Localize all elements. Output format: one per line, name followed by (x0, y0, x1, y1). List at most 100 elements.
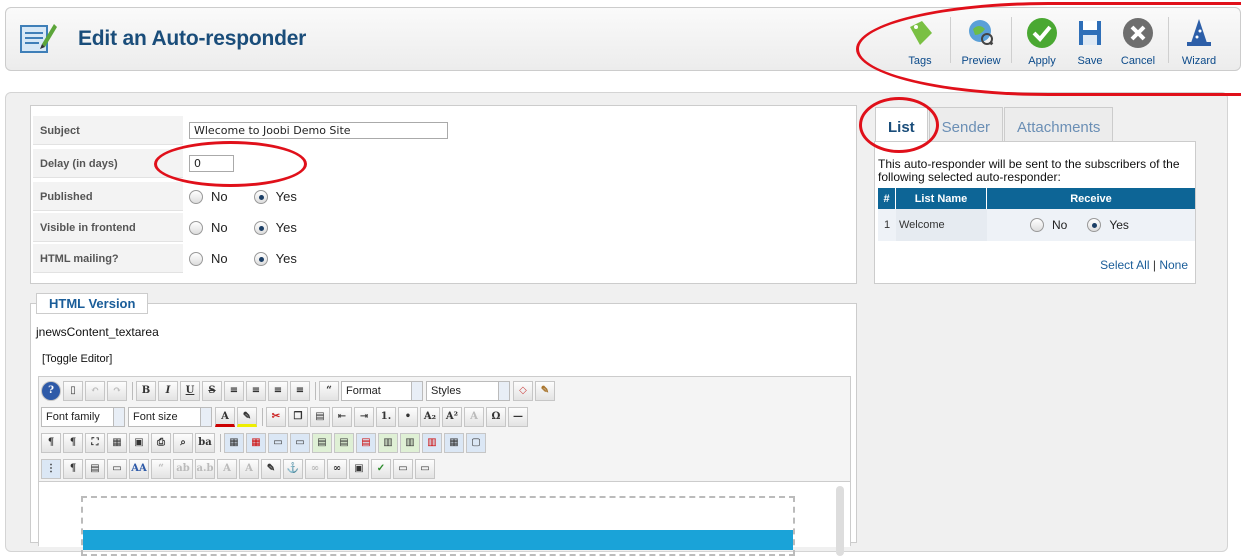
delay-annotation-ellipse (154, 141, 307, 187)
col-list-name-header: List Name (896, 188, 987, 209)
toggle-editor-link[interactable]: [Toggle Editor] (42, 353, 112, 365)
del-icon[interactable]: A (217, 459, 237, 479)
show-blocks-icon[interactable]: ¶ (63, 459, 83, 479)
unlink-icon[interactable]: ∞ (305, 459, 325, 479)
insert-col-before-icon[interactable]: ▥ (378, 433, 398, 453)
col-receive-header: Receive (1070, 192, 1112, 205)
strikethrough-icon[interactable]: S (202, 381, 222, 401)
html-yes-radio[interactable] (253, 251, 268, 266)
align-right-icon[interactable]: ≡ (268, 381, 288, 401)
blockquote-icon[interactable]: “ (319, 381, 339, 401)
align-left-icon[interactable]: ≡ (224, 381, 244, 401)
tab-sender[interactable]: Sender (928, 107, 1004, 141)
fullscreen-icon[interactable]: ⛶ (85, 433, 105, 453)
tab-attachments[interactable]: Attachments (1004, 107, 1114, 141)
new-document-icon[interactable]: ▯ (63, 381, 83, 401)
delete-table-icon[interactable]: ▦ (246, 433, 266, 453)
cut-icon[interactable]: ✂ (266, 407, 286, 427)
html-mailing-row: HTML mailing? No Yes (33, 244, 853, 275)
unordered-list-icon[interactable]: • (398, 407, 418, 427)
select-none-link[interactable]: None (1159, 258, 1188, 272)
receive-no-label: No (1052, 218, 1068, 232)
published-row: Published No Yes (33, 182, 853, 213)
ordered-list-icon[interactable]: 1. (376, 407, 396, 427)
styles-select[interactable]: Styles (426, 381, 510, 401)
redo-icon[interactable]: ↷ (107, 381, 127, 401)
row-props-icon[interactable]: ▭ (268, 433, 288, 453)
insert-row-after-icon[interactable]: ▤ (334, 433, 354, 453)
find-icon[interactable]: ⌕ (173, 433, 193, 453)
split-cells-icon[interactable]: ▦ (444, 433, 464, 453)
visible-yes-radio[interactable] (253, 220, 268, 235)
font-size-select[interactable]: Font size (128, 407, 212, 427)
insert-row-before-icon[interactable]: ▤ (312, 433, 332, 453)
undo-icon[interactable]: ↶ (85, 381, 105, 401)
align-center-icon[interactable]: ≡ (246, 381, 266, 401)
link-separator: | (1152, 258, 1156, 272)
receive-yes-label: Yes (1109, 218, 1129, 232)
underline-icon[interactable]: U (180, 381, 200, 401)
outdent-icon[interactable]: ⇤ (332, 407, 352, 427)
editor-content-area[interactable] (39, 481, 850, 556)
pagebreak-icon[interactable]: ▭ (393, 459, 413, 479)
image-icon[interactable]: ▣ (349, 459, 369, 479)
bold-icon[interactable]: B (136, 381, 156, 401)
receive-yes-radio[interactable] (1087, 218, 1102, 232)
visible-no-radio[interactable] (189, 220, 203, 235)
select-all-link[interactable]: Select All (1100, 258, 1149, 272)
eraser-icon[interactable]: ◇ (513, 381, 533, 401)
print-icon[interactable]: ⎙ (151, 433, 171, 453)
spellcheck-icon[interactable]: ✓ (371, 459, 391, 479)
abbreviation-icon[interactable]: a.b (195, 459, 215, 479)
font-family-select[interactable]: Font family (41, 407, 125, 427)
merge-cells-icon[interactable]: ▢ (466, 433, 486, 453)
abbr-icon[interactable]: ▭ (107, 459, 127, 479)
subscript-icon[interactable]: A₂ (420, 407, 440, 427)
cell-props-icon[interactable]: ▭ (290, 433, 310, 453)
replace-icon[interactable]: ba (195, 433, 215, 453)
published-yes-radio[interactable] (253, 189, 268, 204)
acronym-icon[interactable]: ab (173, 459, 193, 479)
html-version-legend: HTML Version (36, 293, 149, 314)
paste-icon[interactable]: ▤ (310, 407, 330, 427)
insert-col-after-icon[interactable]: ▥ (400, 433, 420, 453)
layer-icon[interactable]: ▭ (415, 459, 435, 479)
anchor-icon[interactable]: ⚓ (283, 459, 303, 479)
justify-icon[interactable]: ≡ (290, 381, 310, 401)
row-receive-options: No Yes (987, 209, 1195, 241)
visual-aid-icon[interactable]: ⋮ (41, 459, 61, 479)
attribs-icon[interactable]: ✎ (261, 459, 281, 479)
indent-icon[interactable]: ⇥ (354, 407, 374, 427)
format-select[interactable]: Format (341, 381, 423, 401)
list-table-header: # List Name Receive (878, 188, 1195, 209)
italic-icon[interactable]: I (158, 381, 178, 401)
html-no-radio[interactable] (189, 251, 203, 266)
media-icon[interactable]: ▣ (129, 433, 149, 453)
text-color-icon[interactable]: A (215, 407, 235, 427)
cleanup-broom-icon[interactable]: ✎ (535, 381, 555, 401)
rtl-icon[interactable]: ¶ (63, 433, 83, 453)
col-number-header: # (878, 188, 896, 209)
template-icon[interactable]: ▦ (107, 433, 127, 453)
quote-icon[interactable]: “ (151, 459, 171, 479)
editor-scrollbar[interactable] (836, 486, 844, 556)
special-char-icon[interactable]: Ω (486, 407, 506, 427)
insert-table-icon[interactable]: ▦ (224, 433, 244, 453)
receive-no-radio[interactable] (1030, 218, 1044, 232)
wysiwyg-editor: ? ▯ ↶ ↷ B I U S ≡ ≡ ≡ ≡ “ Format Styles … (38, 376, 851, 556)
copy-icon[interactable]: ❐ (288, 407, 308, 427)
ltr-icon[interactable]: ¶ (41, 433, 61, 453)
delete-row-icon[interactable]: ▤ (356, 433, 376, 453)
help-icon[interactable]: ? (41, 381, 61, 401)
superscript-icon[interactable]: A² (442, 407, 462, 427)
published-no-radio[interactable] (189, 189, 203, 204)
horizontal-rule-icon[interactable]: — (508, 407, 528, 427)
style-props-icon[interactable]: A (464, 407, 484, 427)
cite-icon[interactable]: ▤ (85, 459, 105, 479)
ins-icon[interactable]: A (239, 459, 259, 479)
delete-col-icon[interactable]: ▥ (422, 433, 442, 453)
subject-input[interactable]: Wlecome to Joobi Demo Site (189, 122, 448, 139)
style-icon[interactable]: AA (129, 459, 149, 479)
link-icon[interactable]: ∞ (327, 459, 347, 479)
highlight-color-icon[interactable]: ✎ (237, 407, 257, 427)
